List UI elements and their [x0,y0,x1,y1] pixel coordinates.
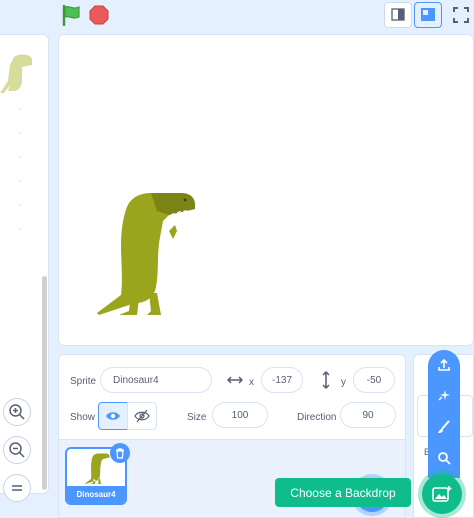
size-label: Size [187,412,207,423]
dinosaur-sprite[interactable] [97,187,201,315]
show-sprite-button[interactable] [98,402,128,430]
horizontal-arrows-icon [227,376,243,384]
upload-backdrop-button[interactable] [428,350,460,380]
choose-backdrop-button[interactable] [422,474,462,514]
backdrop-image-icon [432,486,452,502]
hide-sprite-button[interactable] [127,402,157,430]
x-label: x [249,377,254,388]
normal-stage-icon [421,8,435,21]
upload-icon [438,358,450,371]
sprite-watermark-icon [0,54,32,93]
trash-icon [116,447,124,459]
sprite-name-input[interactable]: Dinosaur4 [100,367,212,393]
search-icon [438,452,451,465]
fullscreen-icon [453,7,469,23]
y-value: -50 [366,374,382,386]
sparkle-icon [438,390,450,401]
normal-stage-button[interactable] [414,2,442,28]
paintbrush-icon [438,420,450,433]
direction-input[interactable]: 90 [340,402,396,428]
x-value: -137 [271,374,292,386]
zoom-out-button[interactable] [3,436,31,464]
stop-sign-icon[interactable] [89,5,109,25]
direction-value: 90 [362,409,374,421]
sprite-label: Sprite [70,376,97,387]
code-scrollbar[interactable] [42,276,47,490]
eye-icon [106,412,120,420]
vertical-arrows-icon [322,371,330,389]
zoom-reset-button[interactable] [3,474,31,502]
green-flag-icon[interactable] [61,4,83,26]
equals-icon [12,485,22,491]
search-backdrop-button[interactable] [428,443,460,473]
sprite-info-pane: Sprite Dinosaur4 x -137 y -50 Show Size … [58,354,406,440]
sprite-tile-label: Dinosaur4 [67,486,125,503]
stage[interactable] [58,34,474,346]
fullscreen-button[interactable] [448,2,474,28]
size-value: 100 [231,409,249,421]
size-input[interactable]: 100 [212,402,268,428]
choose-backdrop-tooltip: Choose a Backdrop [275,478,411,507]
zoom-in-button[interactable] [3,398,31,426]
direction-label: Direction [297,412,337,423]
zoom-out-icon [9,442,25,458]
dinosaur-thumbnail [85,453,110,484]
eye-slash-icon [134,409,150,423]
zoom-in-icon [9,404,25,420]
y-input[interactable]: -50 [353,367,395,393]
sprite-name-value: Dinosaur4 [113,374,159,386]
y-label: y [341,377,346,388]
small-stage-icon [391,8,405,21]
delete-sprite-button[interactable] [110,443,130,463]
paint-backdrop-button[interactable] [428,412,460,442]
show-label: Show [70,412,96,423]
x-input[interactable]: -137 [261,367,303,393]
surprise-backdrop-button[interactable] [428,381,460,411]
small-stage-button[interactable] [384,2,412,28]
